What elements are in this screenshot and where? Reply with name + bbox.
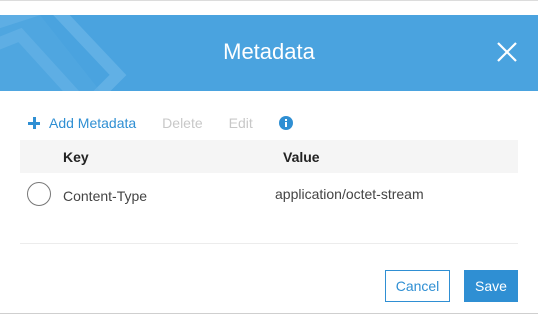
info-icon[interactable] xyxy=(278,116,293,130)
footer-divider xyxy=(20,243,518,244)
column-header-key: Key xyxy=(63,149,89,165)
plus-icon xyxy=(28,117,40,129)
edit-label: Edit xyxy=(228,115,253,131)
add-metadata-button[interactable]: Add Metadata xyxy=(28,115,136,131)
table-header: Key Value xyxy=(20,140,518,173)
table-row[interactable]: Content-Type application/octet-stream xyxy=(20,173,518,217)
column-header-value: Value xyxy=(283,149,320,165)
dialog-title: Metadata xyxy=(223,39,315,64)
metadata-toolbar: Add Metadata Delete Edit xyxy=(28,114,293,132)
close-icon[interactable] xyxy=(496,41,518,63)
row-select-radio[interactable] xyxy=(27,182,51,206)
metadata-dialog: Metadata Add Metadata Delete Edit Key Va… xyxy=(0,0,538,314)
delete-label: Delete xyxy=(162,115,203,131)
row-value: application/octet-stream xyxy=(275,186,424,202)
edit-button[interactable]: Edit xyxy=(229,115,253,131)
dialog-header: Metadata xyxy=(0,15,538,91)
add-metadata-label: Add Metadata xyxy=(49,115,137,131)
delete-button[interactable]: Delete xyxy=(162,115,202,131)
row-key: Content-Type xyxy=(63,188,148,204)
cancel-button[interactable]: Cancel xyxy=(385,270,450,302)
save-button[interactable]: Save xyxy=(464,270,518,302)
